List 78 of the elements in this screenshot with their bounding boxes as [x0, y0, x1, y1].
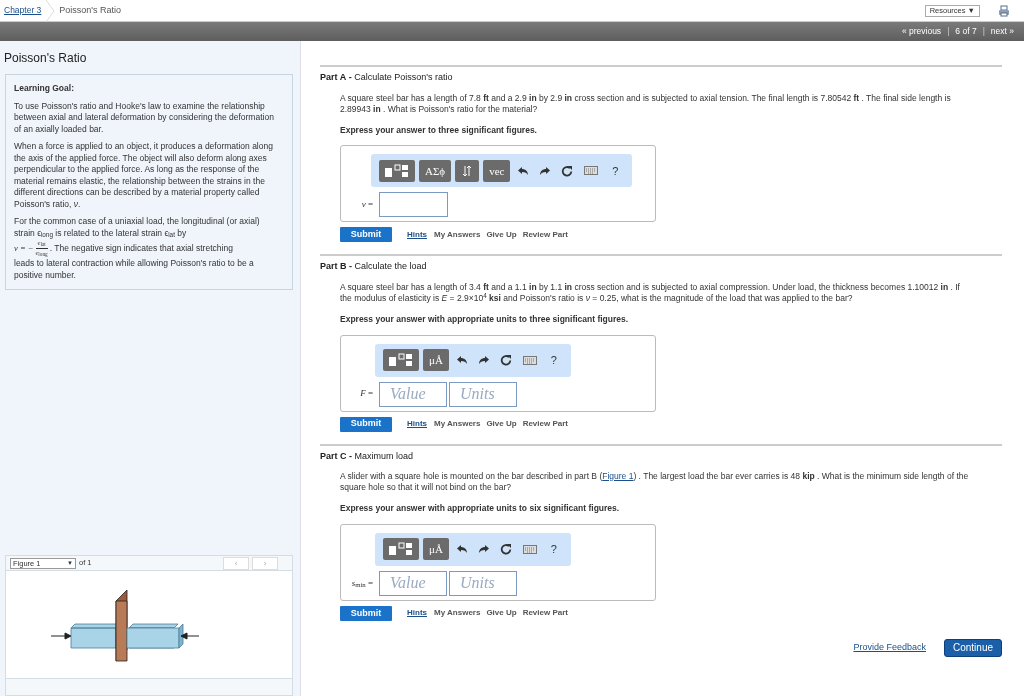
pager-separator: | [982, 25, 985, 38]
templates-button[interactable] [383, 538, 419, 561]
templates-button[interactable] [379, 159, 415, 182]
part-heading: Part C - Maximum load [320, 449, 415, 463]
instruction-text: Express your answer with appropriate units to six significant figures. [340, 502, 621, 515]
submit-button[interactable]: Submit [340, 605, 392, 621]
feedback-link[interactable]: Provide Feedback [853, 641, 926, 655]
page-position: 6 of 7 [955, 25, 977, 38]
problem-text: A square steel bar has a length of 7.8 ft and a 2.9 in by 2.9 in cross section and is subjected to axial tension. The final length is 7.80542 ft . The final side length is 2.89943 in . What is Poisson's ratio for the material? [340, 92, 952, 115]
value-field[interactable]: Value [379, 381, 447, 407]
redo-icon [477, 355, 490, 365]
answer-link[interactable]: Review Part [522, 228, 568, 241]
undo-icon [455, 544, 468, 555]
sidebar-title: Poisson's Ratio [4, 50, 88, 67]
value-field[interactable]: Value [379, 570, 447, 596]
pager-separator: | [947, 25, 950, 38]
keyboard-icon [522, 355, 537, 365]
goal-paragraph: leads to lateral contraction while allowing Poisson's ratio to be a positive number. [14, 258, 255, 281]
answer-link[interactable]: My Answers [434, 418, 481, 430]
instruction-text: Express your answer to three significant figures. [340, 123, 538, 137]
next-link[interactable]: next » [990, 25, 1014, 38]
answer-link[interactable]: Give Up [486, 607, 517, 620]
answer-link[interactable]: My Answers [434, 607, 481, 620]
goal-paragraph: To use Poisson's ratio and Hooke's law to examine the relationship between axial and lateral deformation by considering the deformation of an axially loaded bar. [14, 100, 275, 135]
problem-text: A square steel bar has a length of 3.4 ft and a 1.1 in by 1.1 in cross section and is subjected to axial compression. Under load, the thickness becomes 1.10012 in . If the modulus of elasticity is E = 2.9×10$^{4}$ ksi and Poisson's ratio is ν = 0.25, what is the magnitude of the load that was applied to the bar? [340, 281, 961, 304]
answer-link[interactable]: Review Part [522, 607, 568, 620]
goal-paragraph: When a force is applied to an object, it produces a deformation along the axis of the applied force. The object will also deform along axes perpendicular to the applied force. As long as the response of the material remains elastic, the relationship between the strains in the different directions can be described by a material property called Poisson's ratio, ν. [14, 141, 274, 210]
up-down-arrows-icon [462, 164, 473, 177]
answer-field[interactable] [379, 192, 448, 218]
reset-icon [561, 164, 574, 177]
help-button[interactable]: ? [606, 159, 625, 182]
print-icon[interactable] [998, 4, 1010, 17]
part-heading: Part B - Calculate the load [320, 260, 428, 274]
answer-link[interactable]: Hints [407, 418, 427, 430]
templates-icon [388, 542, 414, 557]
units-field[interactable]: Units [449, 570, 517, 596]
formula-lhs: ν = − [14, 242, 34, 255]
keyboard-icon [522, 544, 537, 554]
undo-icon [517, 165, 530, 176]
answer-link[interactable]: My Answers [434, 228, 481, 241]
goal-paragraph: For the common case of a uniaxial load, the longitudinal (or axial) strain ϵ$_{long}$ is related to the lateral strain ϵ$_{lat}$ by [14, 216, 261, 239]
symbol-button[interactable]: μÅ [423, 349, 449, 371]
help-button[interactable]: ? [544, 349, 563, 371]
answer-link[interactable]: Give Up [486, 228, 517, 241]
help-button[interactable]: ? [544, 538, 563, 561]
part-heading: Part A - Calculate Poisson's ratio [320, 71, 454, 84]
problem-text: A slider with a square hole is mounted on the bar described in part B (Figure 1) . The largest load the bar ever carries is 48 kip . What is the minimum side length of the square hole so that it will not bind on the bar? [340, 471, 970, 493]
answer-link[interactable]: Give Up [486, 418, 517, 430]
units-field[interactable]: Units [449, 381, 517, 407]
templates-icon [384, 163, 410, 178]
variable-label: F = [359, 387, 373, 401]
templates-button[interactable] [383, 349, 419, 371]
submit-button[interactable]: Submit [340, 416, 392, 432]
variable-label: s$_{min}$ = [351, 576, 373, 590]
undo-icon [455, 355, 468, 365]
variable-label: ν = [360, 198, 373, 211]
submit-button[interactable]: Submit [340, 227, 392, 243]
formula-text: . The negative sign indicates that axial stretching [49, 242, 233, 255]
symbol-button[interactable]: vec [483, 159, 511, 182]
symbol-button[interactable]: μÅ [423, 538, 449, 561]
previous-link[interactable]: « previous [901, 25, 942, 38]
chevron-icon [45, 0, 56, 22]
answer-link[interactable]: Hints [407, 228, 427, 241]
continue-button[interactable]: Continue [944, 638, 1002, 657]
reset-icon [499, 354, 512, 366]
redo-icon [539, 165, 552, 176]
redo-icon [477, 544, 490, 555]
answer-link[interactable]: Review Part [522, 418, 568, 430]
keyboard-icon [584, 166, 599, 176]
instruction-text: Express your answer with appropriate units to three significant figures. [340, 312, 630, 326]
goal-heading: Learning Goal: [14, 83, 75, 95]
reset-icon [499, 543, 512, 556]
arrows-button[interactable] [455, 159, 480, 182]
symbol-button[interactable]: ΑΣϕ [419, 159, 452, 182]
breadcrumb-title: Poisson's Ratio [59, 3, 122, 17]
chapter-link[interactable]: Chapter 3 [4, 4, 42, 17]
templates-icon [388, 353, 414, 367]
answer-link[interactable]: Hints [407, 607, 427, 620]
